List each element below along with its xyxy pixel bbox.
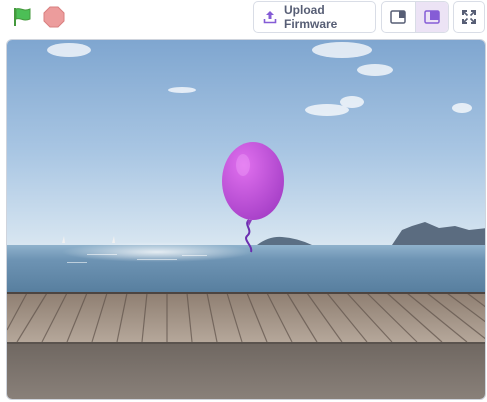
fullscreen-button[interactable]: [453, 1, 485, 33]
stage-canvas[interactable]: [6, 39, 486, 400]
small-stage-button[interactable]: [382, 2, 415, 32]
green-flag-icon[interactable]: [10, 5, 34, 29]
upload-icon: [263, 10, 277, 24]
upload-firmware-button[interactable]: Upload Firmware: [253, 1, 376, 33]
small-stage-icon: [390, 10, 406, 24]
stop-icon[interactable]: [42, 5, 66, 29]
stage-size-toggle: [381, 1, 449, 33]
seaside-backdrop: [7, 40, 485, 399]
large-stage-icon: [424, 10, 440, 24]
upload-firmware-label: Upload Firmware: [284, 3, 338, 31]
large-stage-button[interactable]: [414, 2, 448, 32]
fullscreen-icon: [462, 10, 476, 24]
stage-toolbar: Upload Firmware: [0, 0, 487, 36]
